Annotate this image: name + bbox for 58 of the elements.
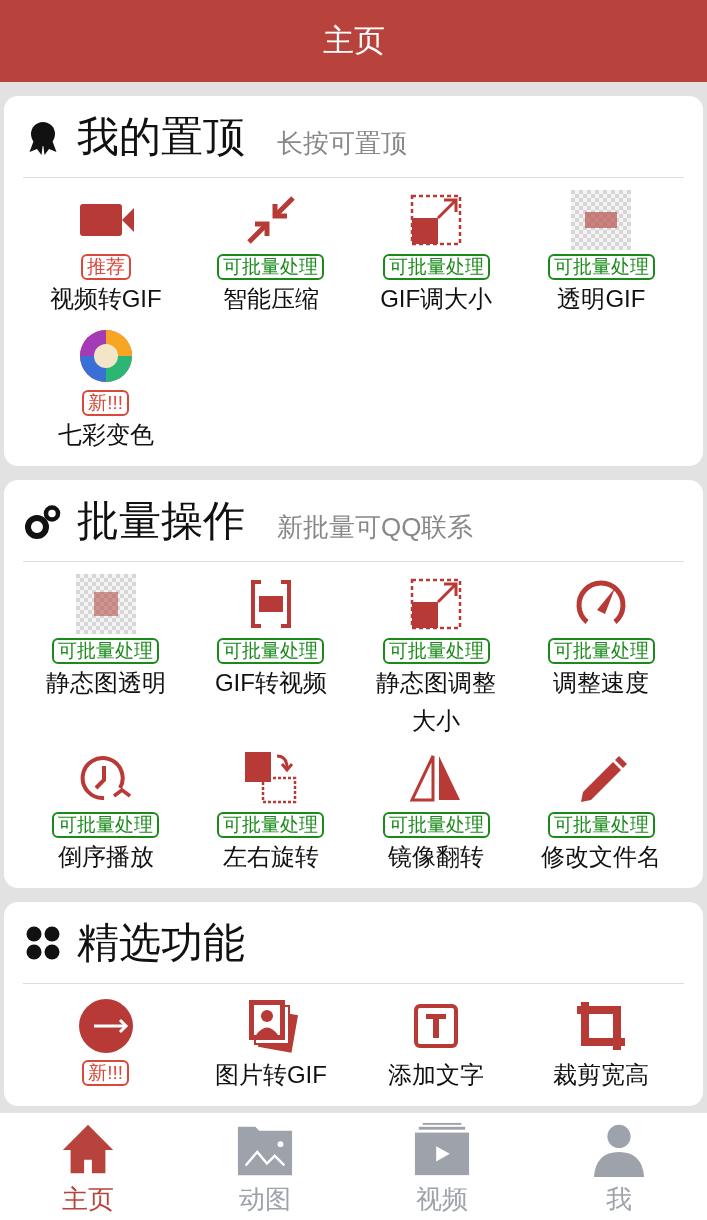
badge: 可批量处理 xyxy=(382,638,490,664)
feature-label: 倒序播放 xyxy=(57,842,154,872)
feature-tile[interactable]: 可批量处理 静态图透明 xyxy=(23,574,189,740)
checkerboard-tile-icon xyxy=(571,190,632,250)
feature-tile[interactable]: 可批量处理 调整速度 xyxy=(518,574,684,740)
feature-label: 七彩变色 xyxy=(57,420,154,450)
badge: 可批量处理 xyxy=(52,812,160,838)
feature-label: 视频转GIF xyxy=(49,284,162,314)
feature-label: 修改文件名 xyxy=(541,842,662,872)
section-subtitle: 长按可置顶 xyxy=(277,127,407,160)
four-dots-icon xyxy=(25,925,61,961)
feature-label: GIF调大小 xyxy=(380,284,493,314)
feature-tile[interactable]: 可批量处理 透明GIF xyxy=(518,190,684,318)
badge: 新!!! xyxy=(82,1060,130,1086)
tab[interactable]: 主页 xyxy=(0,1113,177,1220)
feature-tile[interactable]: 可批量处理 镜像翻转 xyxy=(353,748,519,876)
badge: 可批量处理 xyxy=(217,254,325,280)
badge: 可批量处理 xyxy=(547,638,655,664)
feature-label: GIF转视频 xyxy=(214,668,327,698)
section-title: 我的置顶 xyxy=(77,112,245,162)
feature-label: 图片转GIF xyxy=(214,1060,327,1090)
feature-tile[interactable]: 可批量处理 智能压缩 xyxy=(188,190,354,318)
feature-tile[interactable]: 裁剪宽高 xyxy=(518,996,684,1094)
feature-tile[interactable]: 可批量处理 左右旋转 xyxy=(188,748,354,876)
feature-tile[interactable]: 可批量处理 GIF转视频 xyxy=(188,574,354,740)
feature-label: 静态图透明 xyxy=(45,668,166,698)
feature-tile[interactable]: 可批量处理 倒序播放 xyxy=(23,748,189,876)
badge: 可批量处理 xyxy=(382,812,490,838)
header-title: 主页 xyxy=(322,21,385,60)
feature-label: 镜像翻转 xyxy=(388,842,485,872)
badge: 推荐 xyxy=(80,254,131,280)
feature-label: 静态图调整大小 xyxy=(375,668,498,736)
checkerboard-tile-icon xyxy=(75,574,136,634)
feature-tile[interactable]: 可批量处理 修改文件名 xyxy=(518,748,684,876)
feature-tile[interactable]: 推荐 视频转GIF xyxy=(23,190,189,318)
badge: 新!!! xyxy=(82,390,130,416)
badge: 可批量处理 xyxy=(547,812,655,838)
feature-tile[interactable]: 图片转GIF xyxy=(188,996,354,1094)
feature-label: 智能压缩 xyxy=(222,284,319,314)
feature-label: 左右旋转 xyxy=(222,842,319,872)
feature-tile[interactable]: 新!!! 七彩变色 xyxy=(23,326,189,454)
feature-label: 透明GIF xyxy=(557,284,646,314)
feature-label: 裁剪宽高 xyxy=(553,1060,650,1090)
feature-label: 调整速度 xyxy=(553,668,650,698)
gears-icon xyxy=(25,503,61,539)
feature-tile[interactable]: 新!!! xyxy=(23,996,189,1094)
badge: 可批量处理 xyxy=(52,638,160,664)
feature-tile[interactable]: 可批量处理 GIF调大小 xyxy=(353,190,519,318)
feature-tile[interactable]: 添加文字 xyxy=(353,996,519,1094)
badge: 可批量处理 xyxy=(217,812,325,838)
section-subtitle: 新批量可QQ联系 xyxy=(277,511,474,544)
badge: 可批量处理 xyxy=(382,254,490,280)
section-title: 批量操作 xyxy=(77,496,245,546)
feature-tile[interactable]: 可批量处理 静态图调整大小 xyxy=(353,574,519,740)
section-title: 精选功能 xyxy=(77,918,245,968)
feature-label: 添加文字 xyxy=(388,1060,485,1090)
badge: 可批量处理 xyxy=(547,254,655,280)
badge: 可批量处理 xyxy=(217,638,325,664)
